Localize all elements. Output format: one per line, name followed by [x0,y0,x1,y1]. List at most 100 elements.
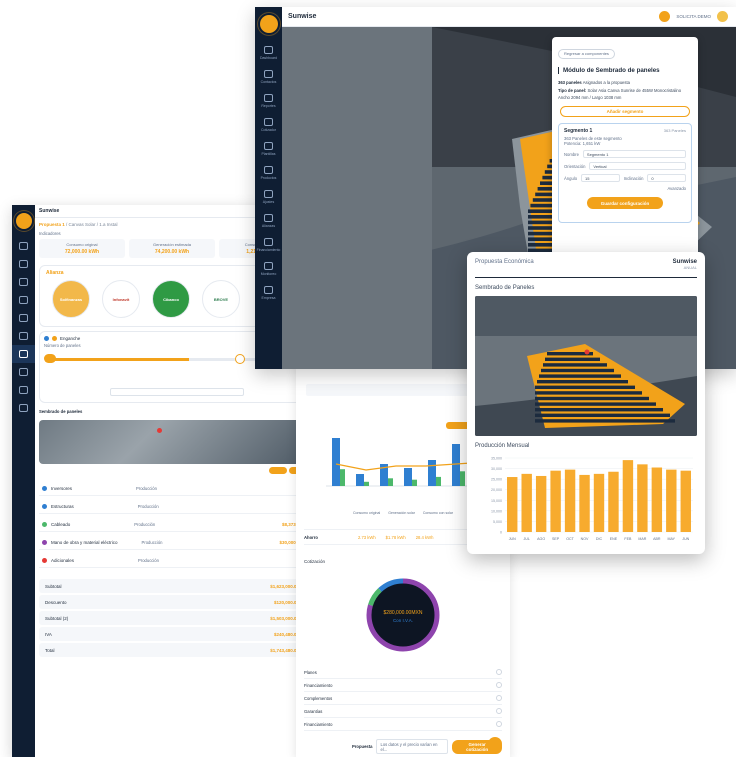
nav-item[interactable]: Alianzas [255,209,282,233]
donut-value: $280,000.00MXN [384,610,423,616]
list-item[interactable]: EstructurasProducción84 [39,499,305,514]
x-tick-label: AGO [537,537,545,541]
nav-item[interactable]: Contactos [255,65,282,89]
list-item[interactable]: InversoresProducción84 [39,481,305,496]
production-bar [535,475,547,532]
panel-row [545,357,600,361]
left-nav-item[interactable] [12,363,35,381]
stat-value: 72,000.00 kWh [64,249,100,255]
left-nav-item[interactable] [12,255,35,273]
nav-item[interactable]: Ajustes [255,185,282,209]
bullet-icon [42,539,47,545]
list-item[interactable]: AdicionalesProducción84 [39,553,305,568]
total-label: Subtotal [45,583,62,589]
accordion-item[interactable]: Planes [304,666,502,679]
planting-map-preview[interactable] [39,420,305,474]
nav-item[interactable]: Dashboard [255,41,282,65]
left-nav-item[interactable] [12,399,35,417]
accordion-item[interactable]: Financiamiento [304,718,502,731]
accordion-item[interactable]: Garantías [304,705,502,718]
donut-chart: $280,000.00MXN Con I.V.A. [366,578,440,652]
list-item[interactable]: Mano de obra y material eléctrico Producc… [39,535,305,550]
panel-row [535,408,663,412]
breadcrumb-current[interactable]: Propuesta 1 [39,222,65,227]
energy-bar [452,444,460,486]
angle-input[interactable]: 15 [581,174,620,182]
field-label: Nombre [564,151,579,157]
map-action-button[interactable] [269,467,287,474]
x-tick-label: JUN [682,537,689,541]
left-nav-item[interactable] [12,291,35,309]
nav-item[interactable]: Plantillas [255,137,282,161]
nav-item[interactable]: Reportes [255,89,282,113]
down-payment-slider[interactable] [52,358,280,361]
sun-avatar-icon[interactable] [659,11,671,22]
left-nav-item[interactable] [12,381,35,399]
advanced-toggle[interactable]: Avanzado [564,186,686,191]
x-tick-label: MAY [668,537,676,541]
bullet-icon [42,503,47,509]
y-tick-label: 5,000 [493,520,502,524]
breadcrumb-rest[interactable]: / Canvas Solar / 1.a Instal [66,222,118,227]
nav-item-label: Plantillas [261,152,276,156]
nav-item[interactable]: Cotizador [255,113,282,137]
slider-thumb[interactable] [235,354,245,364]
planting-title: Sembrado de paneles [39,409,83,414]
x-tick-label: DIC [596,537,603,541]
accordion-item[interactable]: Financiamiento [304,679,502,692]
marketing-composite: Sunwise Propuesta 1 / Canvas Solar / 1.a… [0,0,736,757]
inclination-input[interactable]: 0 [647,174,686,182]
save-configuration-button[interactable]: Guardar configuración [587,197,663,209]
donut-sub: Con I.V.A. [393,618,413,623]
demo-link[interactable]: SOLICITA DEMO [676,14,711,19]
chevron-down-icon[interactable] [496,669,502,675]
nav-item-label: Contactos [260,80,277,84]
left-nav-item[interactable] [12,273,35,291]
y-tick-label: 20,000 [491,488,502,492]
nav-item[interactable]: Monitoreo [255,257,282,281]
location-pin-icon [157,428,162,433]
left-nav-item-active[interactable] [12,345,35,363]
panels-placed: 363 paneles Asignados a la propuesta [558,80,692,85]
radio-dot-icon[interactable] [44,336,49,341]
nav-item[interactable]: Productos [255,161,282,185]
proposal-select[interactable]: Los datos y el precio varían en el... [376,739,449,754]
y-tick-label: 25,000 [491,478,502,482]
segment-name-input[interactable]: Segmento 1 [582,150,686,158]
accordion-item[interactable]: Complementos [304,692,502,705]
chevron-down-icon[interactable] [496,721,502,727]
back-to-components-button[interactable]: Regresar a componentes [558,48,615,59]
segment-header: Segmento 1 363 Paneles [564,128,686,134]
alliance-logo[interactable]: BROVE [202,280,240,318]
product-select[interactable] [110,388,244,396]
radio-dot-icon[interactable] [52,336,57,341]
left-nav-item[interactable] [12,327,35,345]
chat-icon[interactable] [488,737,502,751]
left-nav-item[interactable] [12,237,35,255]
nav-item[interactable]: Financiamiento [255,233,282,257]
left-nav-item[interactable] [12,309,35,327]
chevron-down-icon[interactable] [496,682,502,688]
user-avatar[interactable] [717,11,728,22]
chevron-down-icon[interactable] [496,708,502,714]
orientation-select[interactable]: Vertical [589,162,686,170]
chevron-down-icon[interactable] [496,695,502,701]
economic-proposal-report: Propuesta Económica Sunwise ANUAL Sembrad… [467,252,705,554]
alliance-logo[interactable]: Solfinanzas [52,280,90,318]
row-meta: Producción [141,539,163,545]
panels-placed-count: 363 paneles [558,80,582,85]
nav-item[interactable]: Empresa [255,281,282,305]
legend-item: Consumo con solar [422,511,454,515]
proposal-label: Propuesta [352,744,373,749]
orientation-field: Orientación Vertical [564,162,686,170]
add-segment-button[interactable]: Añadir segmento [560,106,690,117]
alliance-logo[interactable]: Infonavit [102,280,140,318]
list-item[interactable]: Cableado Producción $8,373.96 [39,517,305,532]
production-bar [651,467,663,532]
slider-min-chip[interactable] [44,354,56,363]
app-title: Sunwise [288,13,317,20]
row-label: Inversores [51,485,73,491]
total-row: Subtotal (2) $1,503,000.00 [39,611,305,625]
alliance-logo[interactable]: Cibanco [152,280,190,318]
production-bar [579,474,590,532]
